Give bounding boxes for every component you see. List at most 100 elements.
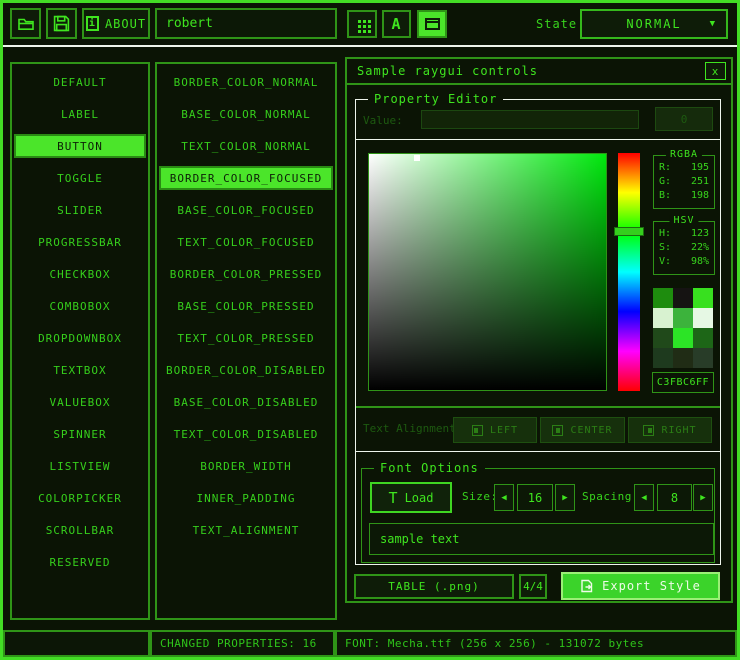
state-dropdown[interactable]: NORMAL ▼ xyxy=(580,9,728,39)
align-right-button[interactable]: RIGHT xyxy=(628,417,712,443)
arrow-left-icon: ◀ xyxy=(641,493,646,503)
value-slider[interactable] xyxy=(421,110,639,129)
about-button[interactable]: i ABOUT xyxy=(82,8,150,39)
arrow-left-icon: ◀ xyxy=(501,493,506,503)
color-swatch[interactable] xyxy=(693,328,713,348)
control-list-item[interactable]: DROPDOWNBOX xyxy=(14,326,146,350)
hsv-row-label: H: xyxy=(659,227,671,241)
color-swatch[interactable] xyxy=(653,308,673,328)
separator-line xyxy=(356,139,720,140)
export-file-icon xyxy=(580,579,594,593)
export-format-dropdown[interactable]: TABLE (.png) xyxy=(354,574,514,599)
property-list-item[interactable]: BASE_COLOR_NORMAL xyxy=(159,102,333,126)
control-list-item[interactable]: DEFAULT xyxy=(14,70,146,94)
control-list-item[interactable]: SPINNER xyxy=(14,422,146,446)
color-swatch[interactable] xyxy=(653,288,673,308)
info-icon: i xyxy=(86,16,99,31)
property-list-item[interactable]: BASE_COLOR_PRESSED xyxy=(159,294,333,318)
property-list-item[interactable]: BORDER_COLOR_PRESSED xyxy=(159,262,333,286)
align-left-label: LEFT xyxy=(490,425,518,436)
control-list-item[interactable]: LISTVIEW xyxy=(14,454,146,478)
color-swatch[interactable] xyxy=(693,348,713,368)
color-picker-cursor[interactable] xyxy=(414,155,420,161)
font-mode-button[interactable]: A xyxy=(382,10,411,38)
control-list-item[interactable]: RESERVED xyxy=(14,550,146,574)
status-cell-empty xyxy=(3,630,150,657)
close-icon[interactable]: x xyxy=(705,62,726,80)
state-label: State: xyxy=(536,17,585,31)
load-font-button[interactable]: T Load xyxy=(370,482,452,513)
align-center-button[interactable]: CENTER xyxy=(540,417,625,443)
font-a-icon: A xyxy=(391,15,401,33)
hue-bar[interactable] xyxy=(618,153,640,391)
property-list-item[interactable]: BASE_COLOR_DISABLED xyxy=(159,390,333,414)
rgba-row-value: 251 xyxy=(691,175,709,189)
control-list-item[interactable]: SCROLLBAR xyxy=(14,518,146,542)
property-list-item[interactable]: TEXT_ALIGNMENT xyxy=(159,518,333,542)
control-list-item[interactable]: PROGRESSBAR xyxy=(14,230,146,254)
property-editor-title: Property Editor xyxy=(368,92,503,106)
property-list-item[interactable]: BORDER_COLOR_NORMAL xyxy=(159,70,333,94)
align-right-icon xyxy=(643,425,654,436)
control-list-item[interactable]: LABEL xyxy=(14,102,146,126)
property-list-item[interactable]: BORDER_COLOR_FOCUSED xyxy=(159,166,333,190)
arrow-right-icon: ▶ xyxy=(562,493,567,503)
property-editor-groupbox: Property Editor Value: 0 RGBA R: 195 xyxy=(355,99,721,565)
property-list-item[interactable]: BASE_COLOR_FOCUSED xyxy=(159,198,333,222)
window-title: Sample raygui controls xyxy=(357,64,538,78)
size-value[interactable]: 16 xyxy=(517,484,553,511)
size-decrease-button[interactable]: ◀ xyxy=(494,484,514,511)
control-list-item[interactable]: BUTTON xyxy=(14,134,146,158)
size-increase-button[interactable]: ▶ xyxy=(555,484,575,511)
color-swatch[interactable] xyxy=(693,288,713,308)
property-list-item[interactable]: BORDER_COLOR_DISABLED xyxy=(159,358,333,382)
save-style-button[interactable] xyxy=(46,8,77,39)
property-list-item[interactable]: TEXT_COLOR_DISABLED xyxy=(159,422,333,446)
color-swatch[interactable] xyxy=(673,308,693,328)
property-list-item[interactable]: TEXT_COLOR_NORMAL xyxy=(159,134,333,158)
hex-color-input[interactable]: C3FBC6FF xyxy=(652,372,714,393)
style-name-input[interactable] xyxy=(155,8,337,39)
controls-listbox: DEFAULT LABEL BUTTON TOGGLE SLIDER PROGRESSBA… xyxy=(10,62,150,620)
property-list-item[interactable]: INNER_PADDING xyxy=(159,486,333,510)
control-list-item[interactable]: VALUEBOX xyxy=(14,390,146,414)
grid-icon xyxy=(358,20,361,23)
spacing-value[interactable]: 8 xyxy=(657,484,692,511)
arrow-right-icon: ▶ xyxy=(700,493,705,503)
hsv-row-value: 123 xyxy=(691,227,709,241)
color-picker-panel[interactable] xyxy=(368,153,607,391)
color-swatch[interactable] xyxy=(653,328,673,348)
open-style-button[interactable] xyxy=(10,8,41,39)
spacing-decrease-button[interactable]: ◀ xyxy=(634,484,654,511)
hsv-row-label: V: xyxy=(659,255,671,269)
window-titlebar[interactable]: Sample raygui controls x xyxy=(347,59,731,85)
size-label: Size: xyxy=(462,490,498,503)
hue-cursor[interactable] xyxy=(614,227,644,236)
align-left-button[interactable]: LEFT xyxy=(453,417,537,443)
rgba-title: RGBA xyxy=(666,149,702,160)
export-pages-stepper[interactable]: 4/4 xyxy=(519,574,547,599)
color-swatch[interactable] xyxy=(673,288,693,308)
spacing-increase-button[interactable]: ▶ xyxy=(693,484,713,511)
grid-mode-button[interactable] xyxy=(347,10,377,38)
control-list-item[interactable]: COLORPICKER xyxy=(14,486,146,510)
property-list-item[interactable]: BORDER_WIDTH xyxy=(159,454,333,478)
color-swatch[interactable] xyxy=(673,348,693,368)
property-list-item[interactable]: TEXT_COLOR_FOCUSED xyxy=(159,230,333,254)
control-list-item[interactable]: TOGGLE xyxy=(14,166,146,190)
control-list-item[interactable]: SLIDER xyxy=(14,198,146,222)
align-center-icon xyxy=(552,425,563,436)
color-swatch[interactable] xyxy=(653,348,673,368)
value-button[interactable]: 0 xyxy=(655,107,713,131)
window-mode-button[interactable] xyxy=(417,10,447,38)
color-swatch[interactable] xyxy=(673,328,693,348)
color-swatch[interactable] xyxy=(693,308,713,328)
property-list-item[interactable]: TEXT_COLOR_PRESSED xyxy=(159,326,333,350)
about-button-label: ABOUT xyxy=(105,17,146,31)
status-font-info: FONT: Mecha.ttf (256 x 256) - 131072 byt… xyxy=(335,630,737,657)
export-style-button[interactable]: Export Style xyxy=(561,572,720,600)
control-list-item[interactable]: CHECKBOX xyxy=(14,262,146,286)
control-list-item[interactable]: TEXTBOX xyxy=(14,358,146,382)
sample-text-input[interactable]: sample text xyxy=(369,523,714,555)
control-list-item[interactable]: COMBOBOX xyxy=(14,294,146,318)
